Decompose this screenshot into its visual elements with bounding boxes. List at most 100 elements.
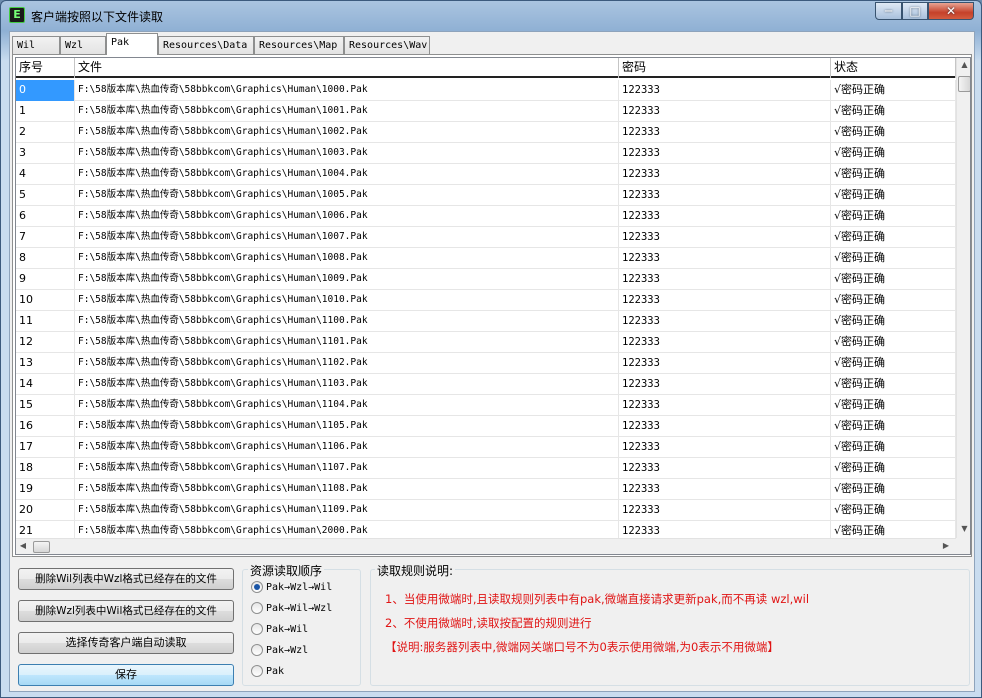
radio-checked-icon[interactable] bbox=[251, 581, 263, 593]
cell-password[interactable]: 122333 bbox=[619, 395, 831, 416]
cell-password[interactable]: 122333 bbox=[619, 500, 831, 521]
cell-index[interactable]: 13 bbox=[16, 353, 75, 374]
cell-password[interactable]: 122333 bbox=[619, 416, 831, 437]
cell-index[interactable]: 7 bbox=[16, 227, 75, 248]
cell-file[interactable]: F:\58版本库\热血传奇\58bbkcom\Graphics\Human\11… bbox=[75, 353, 619, 374]
cell-password[interactable]: 122333 bbox=[619, 269, 831, 290]
table-row[interactable]: 3 F:\58版本库\热血传奇\58bbkcom\Graphics\Human\1… bbox=[16, 143, 956, 164]
cell-password[interactable]: 122333 bbox=[619, 227, 831, 248]
cell-status[interactable]: √密码正确 bbox=[831, 374, 956, 395]
cell-index[interactable]: 12 bbox=[16, 332, 75, 353]
table-row[interactable]: 7 F:\58版本库\热血传奇\58bbkcom\Graphics\Human\1… bbox=[16, 227, 956, 248]
read-order-option-1[interactable]: Pak→Wzl→Wil bbox=[251, 581, 332, 597]
cell-index[interactable]: 8 bbox=[16, 248, 75, 269]
cell-file[interactable]: F:\58版本库\热血传奇\58bbkcom\Graphics\Human\10… bbox=[75, 143, 619, 164]
radio-unchecked-icon[interactable] bbox=[251, 665, 263, 677]
cell-password[interactable]: 122333 bbox=[619, 164, 831, 185]
cell-status[interactable]: √密码正确 bbox=[831, 248, 956, 269]
cell-index[interactable]: 20 bbox=[16, 500, 75, 521]
cell-index[interactable]: 4 bbox=[16, 164, 75, 185]
cell-status[interactable]: √密码正确 bbox=[831, 143, 956, 164]
cell-status[interactable]: √密码正确 bbox=[831, 458, 956, 479]
cell-index[interactable]: 16 bbox=[16, 416, 75, 437]
horizontal-scrollbar[interactable]: ◀ ▶ bbox=[16, 538, 956, 554]
cell-password[interactable]: 122333 bbox=[619, 458, 831, 479]
cell-password[interactable]: 122333 bbox=[619, 374, 831, 395]
table-row[interactable]: 14 F:\58版本库\热血传奇\58bbkcom\Graphics\Human\… bbox=[16, 374, 956, 395]
column-header-status[interactable]: 状态 bbox=[831, 58, 956, 78]
table-row[interactable]: 11 F:\58版本库\热血传奇\58bbkcom\Graphics\Human\… bbox=[16, 311, 956, 332]
cell-status[interactable]: √密码正确 bbox=[831, 122, 956, 143]
auto-read-client-button[interactable]: 选择传奇客户端自动读取 bbox=[18, 632, 234, 654]
cell-password[interactable]: 122333 bbox=[619, 101, 831, 122]
column-header-file[interactable]: 文件 bbox=[75, 58, 619, 78]
cell-password[interactable]: 122333 bbox=[619, 437, 831, 458]
cell-status[interactable]: √密码正确 bbox=[831, 227, 956, 248]
cell-status[interactable]: √密码正确 bbox=[831, 269, 956, 290]
tab-wil[interactable]: Wil bbox=[12, 36, 60, 54]
cell-file[interactable]: F:\58版本库\热血传奇\58bbkcom\Graphics\Human\11… bbox=[75, 311, 619, 332]
file-table[interactable]: 序号 文件 密码 状态 0 F:\58版本库\热血传奇\58bbkcom\Grap… bbox=[15, 57, 971, 555]
cell-password[interactable]: 122333 bbox=[619, 206, 831, 227]
read-order-option-3[interactable]: Pak→Wil bbox=[251, 623, 308, 639]
tab-resources-wav[interactable]: Resources\Wav bbox=[344, 36, 430, 54]
cell-index[interactable]: 5 bbox=[16, 185, 75, 206]
table-row[interactable]: 16 F:\58版本库\热血传奇\58bbkcom\Graphics\Human\… bbox=[16, 416, 956, 437]
cell-index[interactable]: 14 bbox=[16, 374, 75, 395]
cell-file[interactable]: F:\58版本库\热血传奇\58bbkcom\Graphics\Human\11… bbox=[75, 479, 619, 500]
cell-status[interactable]: √密码正确 bbox=[831, 332, 956, 353]
cell-file[interactable]: F:\58版本库\热血传奇\58bbkcom\Graphics\Human\11… bbox=[75, 416, 619, 437]
cell-file[interactable]: F:\58版本库\热血传奇\58bbkcom\Graphics\Human\10… bbox=[75, 164, 619, 185]
minimize-button[interactable]: ─ bbox=[875, 2, 902, 20]
cell-index[interactable]: 11 bbox=[16, 311, 75, 332]
table-row[interactable]: 17 F:\58版本库\热血传奇\58bbkcom\Graphics\Human\… bbox=[16, 437, 956, 458]
cell-status[interactable]: √密码正确 bbox=[831, 311, 956, 332]
cell-file[interactable]: F:\58版本库\热血传奇\58bbkcom\Graphics\Human\10… bbox=[75, 269, 619, 290]
cell-file[interactable]: F:\58版本库\热血传奇\58bbkcom\Graphics\Human\10… bbox=[75, 80, 619, 101]
radio-unchecked-icon[interactable] bbox=[251, 602, 263, 614]
cell-status[interactable]: √密码正确 bbox=[831, 80, 956, 101]
cell-file[interactable]: F:\58版本库\热血传奇\58bbkcom\Graphics\Human\10… bbox=[75, 122, 619, 143]
tab-resources-data[interactable]: Resources\Data bbox=[158, 36, 254, 54]
cell-file[interactable]: F:\58版本库\热血传奇\58bbkcom\Graphics\Human\10… bbox=[75, 185, 619, 206]
cell-file[interactable]: F:\58版本库\热血传奇\58bbkcom\Graphics\Human\11… bbox=[75, 332, 619, 353]
cell-password[interactable]: 122333 bbox=[619, 353, 831, 374]
cell-file[interactable]: F:\58版本库\热血传奇\58bbkcom\Graphics\Human\11… bbox=[75, 500, 619, 521]
cell-status[interactable]: √密码正确 bbox=[831, 101, 956, 122]
cell-file[interactable]: F:\58版本库\热血传奇\58bbkcom\Graphics\Human\11… bbox=[75, 374, 619, 395]
cell-file[interactable]: F:\58版本库\热血传奇\58bbkcom\Graphics\Human\10… bbox=[75, 101, 619, 122]
cell-status[interactable]: √密码正确 bbox=[831, 500, 956, 521]
cell-password[interactable]: 122333 bbox=[619, 143, 831, 164]
vertical-scroll-thumb[interactable] bbox=[958, 76, 970, 92]
scroll-left-arrow-icon[interactable]: ◀ bbox=[18, 541, 28, 550]
cell-status[interactable]: √密码正确 bbox=[831, 164, 956, 185]
cell-index[interactable]: 19 bbox=[16, 479, 75, 500]
cell-status[interactable]: √密码正确 bbox=[831, 353, 956, 374]
scroll-down-arrow-icon[interactable]: ▼ bbox=[957, 524, 970, 533]
tab-resources-map[interactable]: Resources\Map bbox=[254, 36, 344, 54]
cell-file[interactable]: F:\58版本库\热血传奇\58bbkcom\Graphics\Human\10… bbox=[75, 290, 619, 311]
tab-wzl[interactable]: Wzl bbox=[60, 36, 106, 54]
cell-password[interactable]: 122333 bbox=[619, 479, 831, 500]
column-header-password[interactable]: 密码 bbox=[619, 58, 831, 78]
cell-index[interactable]: 18 bbox=[16, 458, 75, 479]
table-row[interactable]: 18 F:\58版本库\热血传奇\58bbkcom\Graphics\Human\… bbox=[16, 458, 956, 479]
table-row[interactable]: 6 F:\58版本库\热血传奇\58bbkcom\Graphics\Human\1… bbox=[16, 206, 956, 227]
save-button[interactable]: 保存 bbox=[18, 664, 234, 686]
delete-wzl-duplicates-button[interactable]: 删除Wzl列表中Wil格式已经存在的文件 bbox=[18, 600, 234, 622]
table-row[interactable]: 19 F:\58版本库\热血传奇\58bbkcom\Graphics\Human\… bbox=[16, 479, 956, 500]
read-order-option-4[interactable]: Pak→Wzl bbox=[251, 644, 308, 660]
cell-index[interactable]: 3 bbox=[16, 143, 75, 164]
table-row[interactable]: 9 F:\58版本库\热血传奇\58bbkcom\Graphics\Human\1… bbox=[16, 269, 956, 290]
cell-password[interactable]: 122333 bbox=[619, 80, 831, 101]
cell-password[interactable]: 122333 bbox=[619, 122, 831, 143]
cell-status[interactable]: √密码正确 bbox=[831, 290, 956, 311]
radio-unchecked-icon[interactable] bbox=[251, 644, 263, 656]
cell-index[interactable]: 1 bbox=[16, 101, 75, 122]
cell-index[interactable]: 15 bbox=[16, 395, 75, 416]
cell-status[interactable]: √密码正确 bbox=[831, 416, 956, 437]
table-row[interactable]: 8 F:\58版本库\热血传奇\58bbkcom\Graphics\Human\1… bbox=[16, 248, 956, 269]
horizontal-scroll-thumb[interactable] bbox=[33, 541, 50, 553]
cell-index[interactable]: 9 bbox=[16, 269, 75, 290]
cell-file[interactable]: F:\58版本库\热血传奇\58bbkcom\Graphics\Human\11… bbox=[75, 395, 619, 416]
